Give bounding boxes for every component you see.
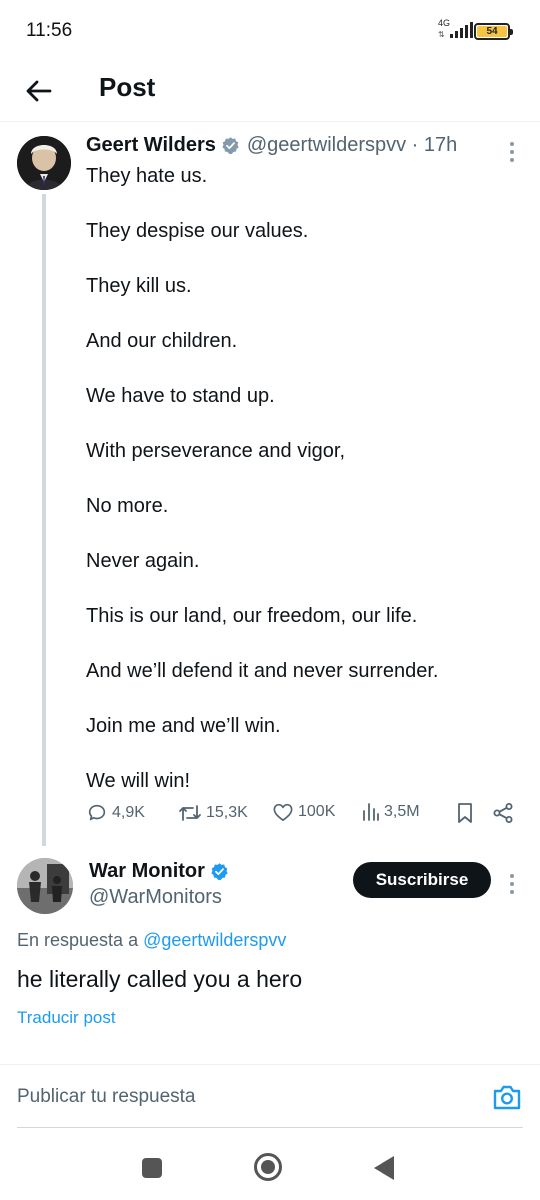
repost-icon [179, 805, 201, 821]
comment-icon [88, 804, 106, 821]
post-header: Geert Wilders @geertwilderspvv · 17h [86, 134, 457, 157]
share-icon [493, 803, 513, 823]
post-line: No more. [86, 495, 169, 517]
bookmark-icon [458, 803, 472, 823]
translate-link[interactable]: Traducir post [17, 1008, 116, 1028]
heart-icon [273, 803, 293, 821]
author-handle[interactable]: @WarMonitors [89, 886, 222, 909]
post-line: They kill us. [86, 275, 192, 297]
in-reply-handle-link[interactable]: @geertwilderspvv [143, 930, 286, 950]
in-reply-prefix: En respuesta a [17, 930, 139, 950]
main-post: Geert Wilders @geertwilderspvv · 17h The… [0, 122, 540, 846]
status-time: 11:56 [26, 20, 73, 41]
reply-post: War Monitor @WarMonitors Suscribirse En … [0, 842, 540, 1062]
reply-composer [0, 1064, 540, 1128]
post-line: And we’ll defend it and never surrender. [86, 660, 439, 682]
avatar[interactable] [17, 858, 73, 914]
post-line: With perseverance and vigor, [86, 440, 346, 462]
camera-button[interactable] [492, 1083, 522, 1111]
reply-input[interactable] [17, 1079, 477, 1115]
view-count: 3,5M [384, 803, 420, 820]
battery-level: 54 [477, 25, 507, 37]
network-type: 4G [438, 18, 451, 28]
avatar[interactable] [17, 136, 71, 190]
more-options-icon[interactable] [502, 872, 522, 896]
post-text: They hate us. They despise our values. T… [86, 164, 526, 824]
author-name[interactable]: War Monitor [89, 860, 205, 883]
in-reply-to: En respuesta a @geertwilderspvv [17, 930, 286, 951]
repost-count: 15,3K [206, 804, 248, 821]
post-line: We will win! [86, 770, 191, 792]
bookmark-button[interactable] [456, 802, 474, 824]
post-line: Join me and we’ll win. [86, 715, 281, 737]
like-button[interactable]: 100K [272, 802, 335, 822]
post-line: They despise our values. [86, 220, 309, 242]
reply-count: 4,9K [112, 804, 145, 821]
arrow-left-icon [26, 80, 52, 102]
reply-button[interactable]: 4,9K [86, 802, 145, 824]
verified-badge-icon [222, 137, 239, 154]
repost-button[interactable]: 15,3K [178, 802, 248, 824]
subscribe-button[interactable]: Suscribirse [353, 862, 491, 898]
verified-badge-icon [211, 863, 228, 880]
status-bar: 11:56 4G ⇅ 54 [0, 0, 540, 62]
divider [17, 1127, 523, 1128]
system-nav-bar [0, 1130, 540, 1200]
post-line: They hate us. [86, 165, 208, 187]
views-button[interactable]: 3,5M [362, 802, 420, 822]
signal-icon: 4G ⇅ [438, 18, 473, 42]
page-header: Post [0, 62, 540, 122]
post-line: Never again. [86, 550, 200, 572]
author-handle-time[interactable]: @geertwilderspvv · 17h [247, 134, 457, 157]
more-options-icon[interactable] [502, 140, 522, 164]
status-icons: 4G ⇅ 54 [438, 18, 513, 42]
data-arrows-icon: ⇅ [438, 30, 445, 39]
thread-line [42, 194, 46, 846]
signal-bars-icon [450, 22, 473, 38]
reply-text: he literally called you a hero [17, 966, 303, 992]
post-actions: 4,9K 15,3K 100K 3,5M [86, 802, 522, 832]
page-title: Post [99, 72, 156, 102]
camera-icon [493, 1085, 521, 1110]
post-line: And our children. [86, 330, 238, 352]
like-count: 100K [298, 803, 336, 820]
back-button[interactable] [20, 72, 58, 110]
share-button[interactable] [492, 802, 514, 824]
author-name[interactable]: Geert Wilders [86, 134, 216, 157]
post-line: This is our land, our freedom, our life. [86, 605, 418, 627]
home-icon[interactable] [254, 1153, 282, 1181]
reply-author-row: War Monitor [89, 860, 229, 883]
back-triangle-icon[interactable] [374, 1156, 394, 1180]
recent-apps-icon[interactable] [142, 1158, 162, 1178]
battery-icon: 54 [474, 22, 513, 40]
post-line: We have to stand up. [86, 385, 275, 407]
views-chart-icon [363, 803, 379, 821]
